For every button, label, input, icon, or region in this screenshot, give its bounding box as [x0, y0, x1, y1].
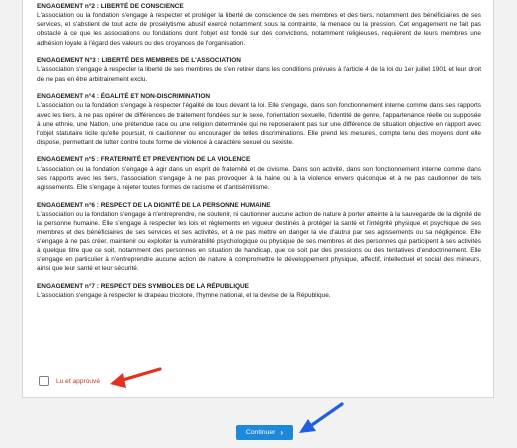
- engagement-text: L'association ou la fondation s'engage à…: [37, 102, 481, 146]
- engagement-title: ENGAGEMENT n°7 : RESPECT DES SYMBOLES DE…: [37, 282, 249, 290]
- consent-checkbox[interactable]: [39, 376, 49, 386]
- engagement-4: ENGAGEMENT n°4 : ÉGALITÉ ET NON-DISCRIMI…: [37, 92, 481, 147]
- consent-label[interactable]: Lu et approuvé: [56, 378, 100, 385]
- continue-label: Continuer: [245, 429, 276, 436]
- charter-panel: ENGAGEMENT n°2 : LIBERTÉ DE CONSCIENCE L…: [22, 0, 494, 398]
- engagement-2: ENGAGEMENT n°2 : LIBERTÉ DE CONSCIENCE L…: [37, 2, 481, 48]
- engagement-text: L'association s'engage à respecter la li…: [37, 66, 481, 83]
- engagement-text: L'association ou la fondation s'engage à…: [37, 165, 481, 191]
- engagement-3: ENGAGEMENT N°3 : LIBERTÉ DES MEMBRES DE …: [37, 56, 481, 83]
- engagement-7: ENGAGEMENT n°7 : RESPECT DES SYMBOLES DE…: [37, 282, 481, 300]
- engagements-content: ENGAGEMENT n°2 : LIBERTÉ DE CONSCIENCE L…: [37, 2, 481, 309]
- engagement-text: L'association ou la fondation s'engage à…: [37, 12, 481, 47]
- engagement-6: ENGAGEMENT n°6 : RESPECT DE LA DIGNITÉ D…: [37, 201, 481, 274]
- chevron-right-icon: ›: [280, 427, 284, 437]
- engagement-title: ENGAGEMENT n°4 : ÉGALITÉ ET NON-DISCRIMI…: [37, 93, 211, 101]
- engagement-text: L'association s'engage à respecter le dr…: [37, 292, 331, 300]
- engagement-title: ENGAGEMENT n°2 : LIBERTÉ DE CONSCIENCE: [37, 3, 184, 10]
- engagement-title: ENGAGEMENT N°3 : LIBERTÉ DES MEMBRES DE …: [37, 57, 241, 65]
- engagement-title: ENGAGEMENT n°6 : RESPECT DE LA DIGNITÉ D…: [37, 201, 271, 209]
- engagement-title: ENGAGEMENT n°5 : FRATERNITÉ ET PREVENTIO…: [37, 156, 251, 164]
- continue-button[interactable]: Continuer ›: [236, 425, 293, 440]
- engagement-5: ENGAGEMENT n°5 : FRATERNITÉ ET PREVENTIO…: [37, 155, 481, 192]
- footer-bar: [0, 398, 517, 448]
- consent-row[interactable]: Lu et approuvé: [39, 376, 100, 386]
- engagement-text: L'association ou la fondation s'engage à…: [37, 210, 481, 273]
